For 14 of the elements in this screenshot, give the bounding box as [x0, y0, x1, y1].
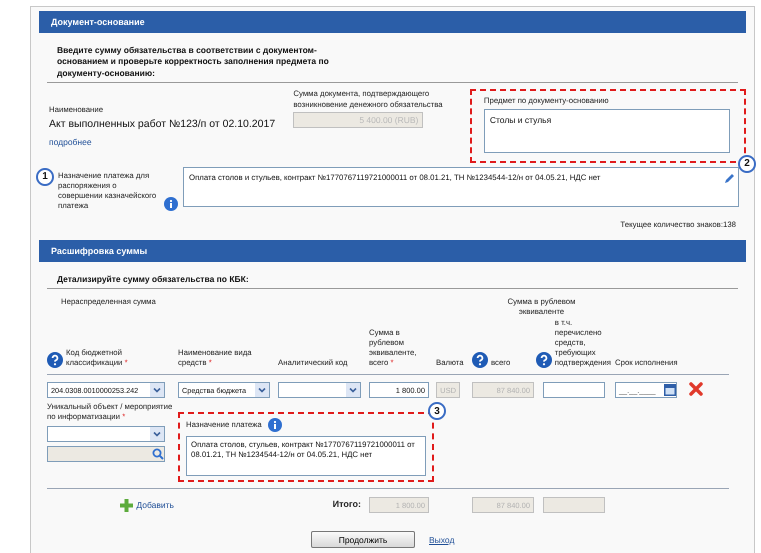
document-name: Акт выполненных работ №123/п от 02.10.2017: [49, 118, 276, 130]
add-link[interactable]: Добавить: [136, 500, 174, 510]
instruction-text: Детализируйте сумму обязательства по КБК:: [47, 262, 738, 290]
section-header: Расшифровка суммы: [39, 240, 746, 262]
exit-link[interactable]: Выход: [429, 534, 454, 545]
subject-field[interactable]: Столы и стулья: [484, 108, 730, 153]
instruction-text: Введите сумму обязательства в соответствии с документом-основанием и проверьте корректность заполнения предмета по документу-основанию:: [47, 33, 738, 84]
callout-number: 3: [428, 402, 446, 420]
continue-button[interactable]: Продолжить: [311, 531, 415, 548]
callout-number: 1: [36, 168, 54, 186]
total-label: Итого:: [332, 499, 361, 511]
section-header: Документ-основание: [39, 11, 746, 33]
callout-number: 2: [738, 154, 756, 173]
details-link[interactable]: подробнее: [49, 136, 92, 147]
